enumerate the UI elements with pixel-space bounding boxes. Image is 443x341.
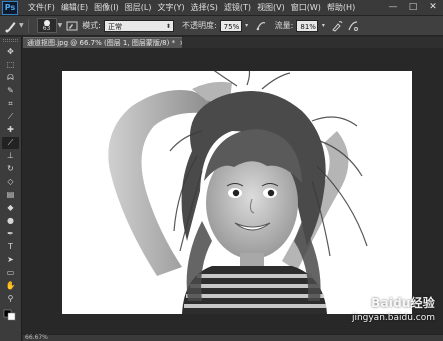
dodge-tool-icon[interactable]: ● bbox=[2, 215, 19, 227]
pressure-opacity-icon[interactable] bbox=[255, 20, 267, 32]
window-controls: — □ ✕ bbox=[383, 0, 443, 16]
lasso-tool-icon[interactable]: ᗣ bbox=[2, 72, 19, 84]
menu-window[interactable]: 窗口(W) bbox=[291, 2, 321, 13]
menu-type[interactable]: 文字(Y) bbox=[157, 2, 184, 13]
close-button[interactable]: ✕ bbox=[423, 0, 443, 16]
pen-tool-icon[interactable]: ✒ bbox=[2, 228, 19, 240]
blend-mode-select[interactable]: 正常 ⬍ bbox=[103, 19, 174, 32]
paw-icon bbox=[354, 296, 367, 308]
quick-select-tool-icon[interactable]: ✎ bbox=[2, 85, 19, 97]
watermark-logo-text: Baidu经验 bbox=[371, 296, 435, 310]
pressure-size-icon[interactable] bbox=[347, 20, 359, 32]
menu-view[interactable]: 视图(V) bbox=[257, 2, 285, 13]
tool-preset-caret-icon[interactable]: ▼ bbox=[19, 22, 24, 29]
brush-icon[interactable] bbox=[4, 19, 18, 33]
maximize-button[interactable]: □ bbox=[403, 0, 423, 16]
type-tool-icon[interactable]: T bbox=[2, 241, 19, 253]
healing-brush-tool-icon[interactable]: ✚ bbox=[2, 124, 19, 136]
tools-panel: ✥ ⬚ ᗣ ✎ ⌗ ⟋ ✚ ⟋ ⊥ ↻ ◇ ▤ ◆ ● ✒ T ➤ ▭ ✋ ⚲ bbox=[0, 37, 22, 341]
flow-dropdown-icon[interactable]: ▾ bbox=[319, 20, 327, 32]
opacity-field[interactable]: 75% bbox=[219, 19, 242, 32]
document-tab-title: 通道抠图.jpg @ 66.7% (图层 1, 图层蒙版/8) * bbox=[27, 39, 176, 47]
eyedropper-tool-icon[interactable]: ⟋ bbox=[2, 111, 19, 123]
clone-stamp-tool-icon[interactable]: ⊥ bbox=[2, 150, 19, 162]
brush-preset-picker[interactable]: 63 bbox=[36, 18, 57, 33]
zoom-tool-icon[interactable]: ⚲ bbox=[2, 293, 19, 305]
blend-mode-value: 正常 bbox=[107, 22, 122, 31]
panel-grip[interactable] bbox=[3, 39, 18, 42]
history-brush-tool-icon[interactable]: ↻ bbox=[2, 163, 19, 175]
color-swatches-icon[interactable] bbox=[2, 309, 19, 321]
mode-label: 模式: bbox=[82, 21, 101, 30]
gradient-tool-icon[interactable]: ▤ bbox=[2, 189, 19, 201]
menu-filter[interactable]: 滤镜(T) bbox=[224, 2, 251, 13]
menu-image[interactable]: 图像(I) bbox=[94, 2, 119, 13]
brush-tool-icon[interactable]: ⟋ bbox=[2, 137, 19, 149]
menu-edit[interactable]: 编辑(E) bbox=[61, 2, 88, 13]
menu-select[interactable]: 选择(S) bbox=[191, 2, 218, 13]
baidu-watermark: Baidu经验 jingyan.baidu.com bbox=[352, 294, 435, 323]
brush-panel-icon[interactable] bbox=[66, 20, 78, 32]
select-arrow-icon: ⬍ bbox=[165, 22, 171, 30]
menu-bar: Ps 文件(F) 编辑(E) 图像(I) 图层(L) 文字(Y) 选择(S) 滤… bbox=[0, 0, 443, 16]
hand-tool-icon[interactable]: ✋ bbox=[2, 280, 19, 292]
divider bbox=[27, 18, 29, 33]
menu-file[interactable]: 文件(F) bbox=[28, 2, 55, 13]
photo-illustration bbox=[108, 71, 368, 314]
brush-preset-caret-icon[interactable]: ▼ bbox=[58, 22, 63, 29]
document-tab[interactable]: 通道抠图.jpg @ 66.7% (图层 1, 图层蒙版/8) * × bbox=[23, 37, 182, 48]
eraser-tool-icon[interactable]: ◇ bbox=[2, 176, 19, 188]
marquee-tool-icon[interactable]: ⬚ bbox=[2, 59, 19, 71]
blur-tool-icon[interactable]: ◆ bbox=[2, 202, 19, 214]
menu-help[interactable]: 帮助(H) bbox=[327, 2, 355, 13]
crop-tool-icon[interactable]: ⌗ bbox=[2, 98, 19, 110]
minimize-button[interactable]: — bbox=[383, 0, 403, 16]
zoom-readout[interactable]: 66.67% bbox=[25, 334, 48, 341]
opacity-label: 不透明度: bbox=[181, 21, 217, 30]
shape-tool-icon[interactable]: ▭ bbox=[2, 267, 19, 279]
image-canvas[interactable] bbox=[62, 71, 412, 314]
photoshop-logo: Ps bbox=[2, 0, 18, 15]
path-select-tool-icon[interactable]: ➤ bbox=[2, 254, 19, 266]
flow-field[interactable]: 81% bbox=[296, 19, 319, 32]
tab-strip bbox=[182, 37, 443, 48]
status-bar: 66.67% bbox=[23, 334, 443, 341]
watermark-url: jingyan.baidu.com bbox=[351, 313, 435, 323]
watermark-logo: Baidu经验 bbox=[352, 294, 435, 311]
brush-size-value: 63 bbox=[42, 25, 51, 32]
move-tool-icon[interactable]: ✥ bbox=[2, 46, 19, 58]
airbrush-icon[interactable] bbox=[331, 20, 343, 32]
options-bar: ▼ 63 ▼ 模式: 正常 ⬍ 不透明度: 75% ▾ 流量: 81% ▾ bbox=[0, 16, 443, 36]
flow-label: 流量: bbox=[274, 21, 294, 30]
menu-layer[interactable]: 图层(L) bbox=[125, 2, 152, 13]
opacity-dropdown-icon[interactable]: ▾ bbox=[243, 20, 251, 32]
